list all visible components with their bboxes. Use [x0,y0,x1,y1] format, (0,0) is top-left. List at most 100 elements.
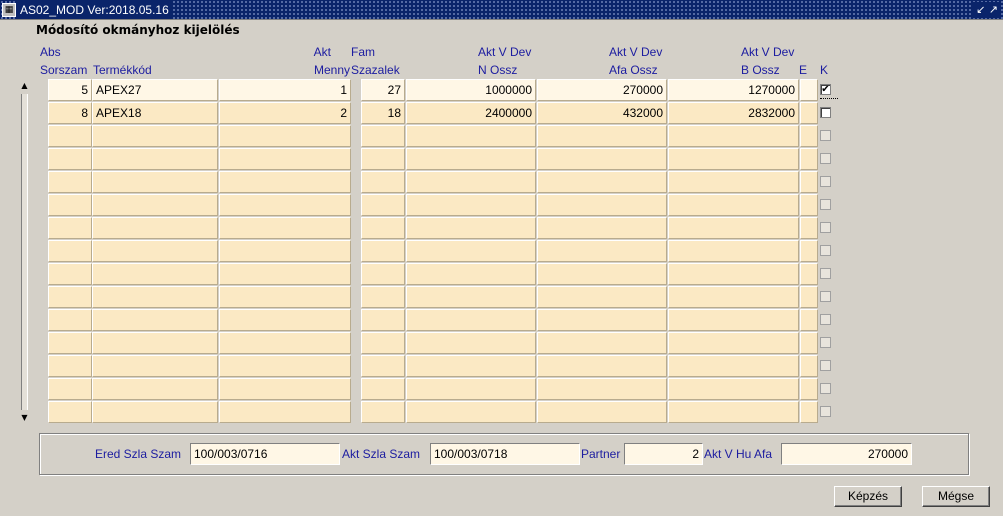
b-ossz-cell[interactable] [668,309,799,331]
akt-v-hu-afa-field[interactable]: 270000 [781,443,912,465]
sorszam-cell[interactable] [48,401,92,423]
szazalek-cell[interactable] [361,263,405,285]
n-ossz-cell[interactable] [406,286,536,308]
menny-cell[interactable] [219,355,351,377]
sorszam-cell[interactable] [48,217,92,239]
k-checkbox[interactable] [820,199,831,210]
sorszam-cell[interactable]: 8 [48,102,92,124]
n-ossz-cell[interactable] [406,355,536,377]
k-checkbox[interactable]: ✔ [820,84,831,95]
afa-ossz-cell[interactable] [537,194,667,216]
afa-ossz-cell[interactable]: 432000 [537,102,667,124]
szazalek-cell[interactable] [361,309,405,331]
b-ossz-cell[interactable] [668,332,799,354]
termekkod-cell[interactable] [92,240,218,262]
e-cell[interactable] [800,102,818,124]
k-checkbox[interactable] [820,130,831,141]
afa-ossz-cell[interactable] [537,263,667,285]
afa-ossz-cell[interactable] [537,240,667,262]
akt-szla-szam-field[interactable]: 100/003/0718 [430,443,580,465]
afa-ossz-cell[interactable] [537,217,667,239]
termekkod-cell[interactable]: APEX27 [92,79,218,101]
szazalek-cell[interactable] [361,332,405,354]
n-ossz-cell[interactable] [406,194,536,216]
termekkod-cell[interactable] [92,125,218,147]
szazalek-cell[interactable]: 27 [361,79,405,101]
b-ossz-cell[interactable] [668,286,799,308]
e-cell[interactable] [800,355,818,377]
e-cell[interactable] [800,286,818,308]
termekkod-cell[interactable] [92,332,218,354]
szazalek-cell[interactable] [361,217,405,239]
menny-cell[interactable] [219,194,351,216]
afa-ossz-cell[interactable] [537,286,667,308]
b-ossz-cell[interactable] [668,148,799,170]
k-checkbox[interactable] [820,268,831,279]
b-ossz-cell[interactable] [668,171,799,193]
k-checkbox[interactable] [820,245,831,256]
b-ossz-cell[interactable] [668,263,799,285]
menny-cell[interactable]: 2 [219,102,351,124]
n-ossz-cell[interactable] [406,332,536,354]
n-ossz-cell[interactable] [406,378,536,400]
k-checkbox[interactable] [820,176,831,187]
menny-cell[interactable]: 1 [219,79,351,101]
e-cell[interactable] [800,125,818,147]
b-ossz-cell[interactable] [668,355,799,377]
menny-cell[interactable] [219,263,351,285]
menny-cell[interactable] [219,217,351,239]
k-checkbox[interactable] [820,360,831,371]
e-cell[interactable] [800,263,818,285]
termekkod-cell[interactable] [92,309,218,331]
menny-cell[interactable] [219,240,351,262]
n-ossz-cell[interactable] [406,240,536,262]
e-cell[interactable] [800,148,818,170]
sorszam-cell[interactable] [48,148,92,170]
e-cell[interactable] [800,79,818,101]
termekkod-cell[interactable] [92,286,218,308]
n-ossz-cell[interactable]: 1000000 [406,79,536,101]
scroll-up-icon[interactable]: ▲ [18,80,31,92]
n-ossz-cell[interactable] [406,401,536,423]
k-checkbox[interactable] [820,383,831,394]
termekkod-cell[interactable] [92,171,218,193]
szazalek-cell[interactable]: 18 [361,102,405,124]
szazalek-cell[interactable] [361,125,405,147]
afa-ossz-cell[interactable] [537,148,667,170]
sorszam-cell[interactable] [48,263,92,285]
termekkod-cell[interactable]: APEX18 [92,102,218,124]
k-checkbox[interactable] [820,337,831,348]
e-cell[interactable] [800,240,818,262]
szazalek-cell[interactable] [361,286,405,308]
sorszam-cell[interactable] [48,171,92,193]
menny-cell[interactable] [219,125,351,147]
afa-ossz-cell[interactable] [537,378,667,400]
e-cell[interactable] [800,171,818,193]
termekkod-cell[interactable] [92,401,218,423]
b-ossz-cell[interactable] [668,125,799,147]
szazalek-cell[interactable] [361,194,405,216]
kepzes-button[interactable]: Képzés [834,486,902,507]
ered-szla-szam-field[interactable]: 100/003/0716 [190,443,340,465]
menny-cell[interactable] [219,401,351,423]
n-ossz-cell[interactable] [406,125,536,147]
menny-cell[interactable] [219,148,351,170]
b-ossz-cell[interactable]: 1270000 [668,79,799,101]
sorszam-cell[interactable] [48,125,92,147]
b-ossz-cell[interactable] [668,240,799,262]
afa-ossz-cell[interactable]: 270000 [537,79,667,101]
afa-ossz-cell[interactable] [537,171,667,193]
e-cell[interactable] [800,194,818,216]
b-ossz-cell[interactable]: 2832000 [668,102,799,124]
e-cell[interactable] [800,332,818,354]
k-checkbox[interactable] [820,314,831,325]
scroll-track[interactable] [21,94,28,410]
b-ossz-cell[interactable] [668,401,799,423]
sorszam-cell[interactable] [48,240,92,262]
sorszam-cell[interactable] [48,309,92,331]
sorszam-cell[interactable] [48,378,92,400]
n-ossz-cell[interactable] [406,217,536,239]
b-ossz-cell[interactable] [668,194,799,216]
k-checkbox[interactable] [820,222,831,233]
partner-field[interactable]: 2 [624,443,703,465]
